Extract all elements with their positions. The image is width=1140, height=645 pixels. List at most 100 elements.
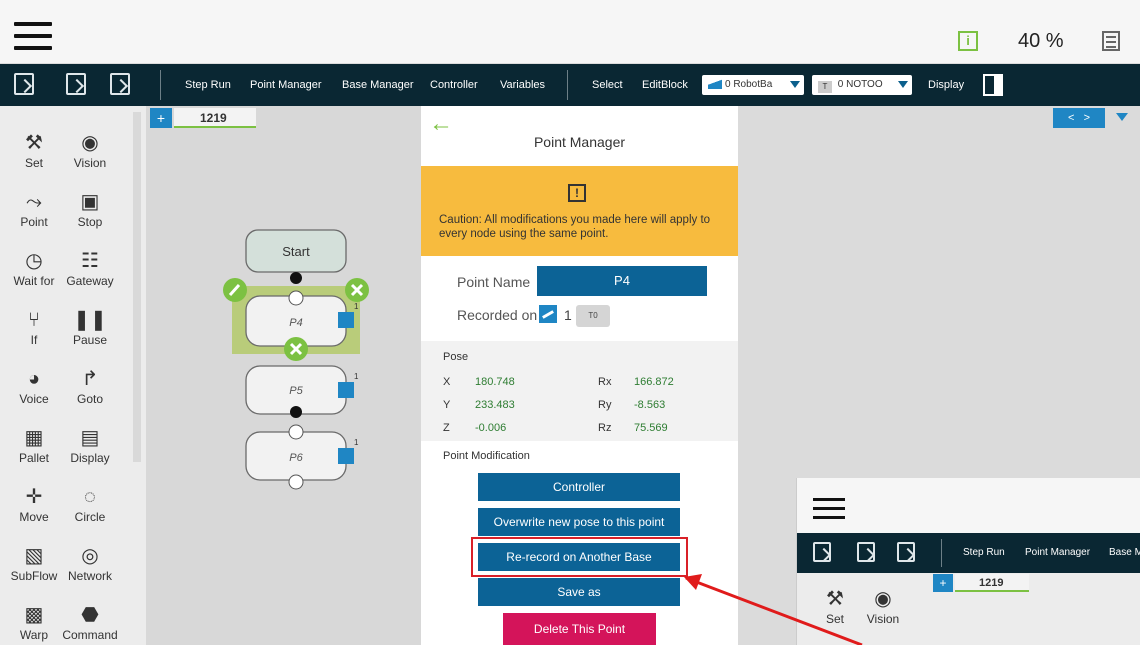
if-icon: ⑂	[28, 309, 40, 331]
pose-rz-value: 75.569	[634, 422, 668, 434]
pose-rz-label: Rz	[598, 422, 612, 434]
save-project-icon[interactable]	[110, 73, 130, 95]
node-label: P6	[289, 452, 303, 464]
stop-icon: ▣	[80, 191, 100, 213]
panel-layout-icon[interactable]	[983, 74, 1003, 96]
point-manager-button[interactable]: Point Manager	[250, 79, 322, 91]
pose-y-label: Y	[443, 399, 451, 411]
info-icon[interactable]: i	[958, 31, 978, 51]
pause-icon: ❚❚	[73, 309, 107, 331]
tab-list-chevron-icon[interactable]	[1116, 113, 1128, 121]
pallet-icon: ▦	[24, 427, 44, 449]
start-label: Start	[282, 244, 310, 259]
inset-palette-vision: ◉ Vision	[853, 586, 913, 626]
pose-rx-label: Rx	[598, 376, 612, 388]
connector-port[interactable]	[288, 290, 304, 306]
zoom-inset: Step Run Point Manager Base M + 1219 ⚒ Se…	[796, 478, 1140, 645]
toolbar-divider	[567, 70, 568, 100]
command-icon: ⬣	[81, 604, 99, 626]
palette-scrollbar[interactable]	[133, 112, 141, 462]
palette-item-network[interactable]: ◎ Network	[60, 543, 120, 583]
step-run-button[interactable]: Step Run	[185, 79, 231, 91]
palette-item-command[interactable]: ⬣ Command	[60, 602, 120, 642]
next-tab-icon[interactable]: >	[1084, 112, 1090, 124]
palette-item-label: Warp	[19, 628, 49, 642]
node-badge: 1	[354, 302, 359, 311]
palette-item-warp[interactable]: ▩ Warp	[4, 602, 64, 642]
base-select[interactable]: 0 RobotBa	[702, 75, 804, 95]
tool-select[interactable]: T 0 NOTOO	[812, 75, 912, 95]
prev-tab-icon[interactable]: <	[1068, 112, 1074, 124]
delete-point-button[interactable]: Delete This Point	[503, 613, 656, 645]
palette-item-label: Network	[67, 569, 112, 583]
caution-banner: ! Caution: All modifications you made he…	[421, 166, 738, 256]
palette-item-label: Vision	[73, 156, 107, 170]
step-run-label: Step Run	[963, 547, 1005, 558]
point-name-label: Point Name	[457, 274, 531, 290]
palette-item-pause[interactable]: ❚❚ Pause	[60, 307, 120, 347]
variables-button[interactable]: Variables	[500, 79, 545, 91]
palette-item-label: SubFlow	[10, 569, 58, 583]
pose-ry-value: -8.563	[634, 399, 666, 411]
voice-icon: ◕	[27, 368, 41, 390]
palette-item-vision[interactable]: ◉ Vision	[60, 130, 120, 170]
base-select-value: 0 RobotBa	[725, 79, 773, 90]
controller-button[interactable]: Controller	[478, 473, 680, 501]
connector-port[interactable]	[288, 474, 304, 490]
palette-item-subflow[interactable]: ▧ SubFlow	[4, 543, 64, 583]
palette-item-set[interactable]: ⚒ Set	[4, 130, 64, 170]
warning-icon: !	[568, 184, 586, 202]
goto-icon: ↱	[81, 368, 99, 390]
new-project-icon[interactable]	[14, 73, 34, 95]
palette-item-gateway[interactable]: ☷ Gateway	[60, 248, 120, 288]
node-badge: 1	[354, 438, 359, 447]
palette-item-pallet[interactable]: ▦ Pallet	[4, 425, 64, 465]
base-icon	[539, 305, 557, 323]
chevron-down-icon	[790, 81, 800, 88]
display-button[interactable]: Display	[928, 79, 964, 91]
palette-item-label: Pallet	[18, 451, 50, 465]
tab-nav-arrows[interactable]: < >	[1053, 108, 1105, 128]
select-button[interactable]: Select	[592, 79, 623, 91]
palette-item-if[interactable]: ⑂ If	[4, 307, 64, 347]
base-icon	[338, 312, 354, 328]
save-as-button[interactable]: Save as	[478, 578, 680, 606]
palette-item-point[interactable]: ⤳ Point	[4, 189, 64, 229]
editblock-button[interactable]: EditBlock	[642, 79, 688, 91]
palette-item-label: Goto	[76, 392, 103, 406]
overwrite-pose-button[interactable]: Overwrite new pose to this point	[478, 508, 680, 536]
vision-icon: ◉	[874, 588, 892, 610]
palette-item-circle[interactable]: ◌ Circle	[60, 484, 120, 524]
wait-for-icon: ◷	[25, 250, 43, 272]
inset-toolbar: Step Run Point Manager Base M	[797, 533, 1140, 573]
node-badge: 1	[354, 372, 359, 381]
tool-select-value: 0 NOTOO	[837, 79, 883, 90]
point-name-field[interactable]: P4	[537, 266, 707, 296]
circle-icon: ◌	[84, 486, 96, 508]
palette-item-voice[interactable]: ◕ Voice	[4, 366, 64, 406]
hamburger-menu-icon[interactable]	[14, 22, 52, 50]
controller-button[interactable]: Controller	[430, 79, 478, 91]
node-label: P4	[289, 317, 302, 329]
toolbar-divider	[941, 539, 942, 567]
palette-item-goto[interactable]: ↱ Goto	[60, 366, 120, 406]
vision-icon: ◉	[81, 132, 99, 154]
recorded-base-number: 1	[564, 307, 572, 323]
palette-item-wait-for[interactable]: ◷ Wait for	[4, 248, 64, 288]
toolbar-divider	[160, 70, 161, 100]
recorded-tool-badge[interactable]: T0	[576, 305, 610, 327]
palette-item-display[interactable]: ▤ Display	[60, 425, 120, 465]
recorded-on-label: Recorded on	[457, 307, 538, 323]
pose-z-value: -0.006	[475, 422, 507, 434]
pose-title: Pose	[443, 351, 469, 363]
connector-port[interactable]	[288, 424, 304, 440]
subflow-icon: ▧	[24, 545, 44, 567]
log-icon[interactable]	[1102, 31, 1120, 51]
palette-item-move[interactable]: ✛ Move	[4, 484, 64, 524]
speed-indicator[interactable]: 40 %	[1018, 30, 1064, 53]
base-manager-button[interactable]: Base Manager	[342, 79, 414, 91]
pose-section: Pose X 180.748 Rx 166.872 Y 233.483 Ry -…	[421, 341, 738, 441]
open-project-icon[interactable]	[66, 73, 86, 95]
palette-item-stop[interactable]: ▣ Stop	[60, 189, 120, 229]
display-icon: ▤	[80, 427, 100, 449]
